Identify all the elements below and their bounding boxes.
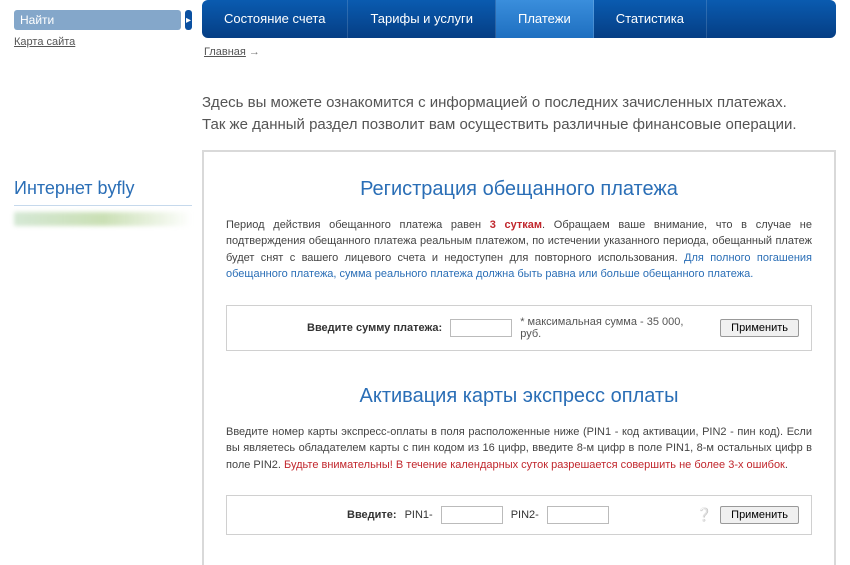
section2-form: Введите: PIN1- PIN2- ❔ Применить — [226, 495, 812, 535]
enter-label: Введите: — [347, 509, 397, 521]
main-tabs: Состояние счета Тарифы и услуги Платежи … — [202, 0, 836, 38]
breadcrumb: Главная → — [204, 46, 834, 58]
intro-line2: Так же данный раздел позволит вам осущес… — [202, 114, 836, 136]
tab-tariffs[interactable]: Тарифы и услуги — [348, 0, 496, 38]
tab-payments[interactable]: Платежи — [496, 0, 594, 38]
amount-label: Введите сумму платежа: — [307, 322, 442, 334]
pin1-label: PIN1- — [405, 509, 433, 521]
max-amount-note: * максимальная сумма - 35 000, руб. — [520, 316, 704, 340]
brand-decoration — [14, 212, 192, 226]
breadcrumb-home[interactable]: Главная — [204, 46, 246, 58]
tab-balance[interactable]: Состояние счета — [202, 0, 348, 38]
section2-description: Введите номер карты экспресс-оплаты в по… — [226, 424, 812, 474]
search-input[interactable] — [14, 10, 181, 30]
intro-line1: Здесь вы можете ознакомится с информацие… — [202, 92, 836, 114]
section1-description: Период действия обещанного платежа равен… — [226, 217, 812, 283]
content-panel: Регистрация обещанного платежа Период де… — [202, 150, 836, 565]
search-button[interactable]: ▸ — [185, 10, 192, 30]
help-icon[interactable]: ❔ — [696, 507, 712, 523]
arrow-right-icon: ▸ — [186, 15, 191, 26]
pin2-input[interactable] — [547, 506, 609, 524]
section1-title: Регистрация обещанного платежа — [226, 178, 812, 201]
apply-button-1[interactable]: Применить — [720, 319, 799, 337]
section2-title: Активация карты экспресс оплаты — [226, 385, 812, 408]
sitemap-link[interactable]: Карта сайта — [14, 36, 75, 48]
tab-statistics[interactable]: Статистика — [594, 0, 707, 38]
pin1-input[interactable] — [441, 506, 503, 524]
section1-form: Введите сумму платежа: * максимальная су… — [226, 305, 812, 351]
intro-text: Здесь вы можете ознакомится с информацие… — [202, 92, 836, 136]
breadcrumb-arrow: → — [246, 46, 260, 58]
apply-button-2[interactable]: Применить — [720, 506, 799, 524]
brand-title: Интернет byfly — [14, 178, 192, 206]
pin2-label: PIN2- — [511, 509, 539, 521]
amount-input[interactable] — [450, 319, 512, 337]
